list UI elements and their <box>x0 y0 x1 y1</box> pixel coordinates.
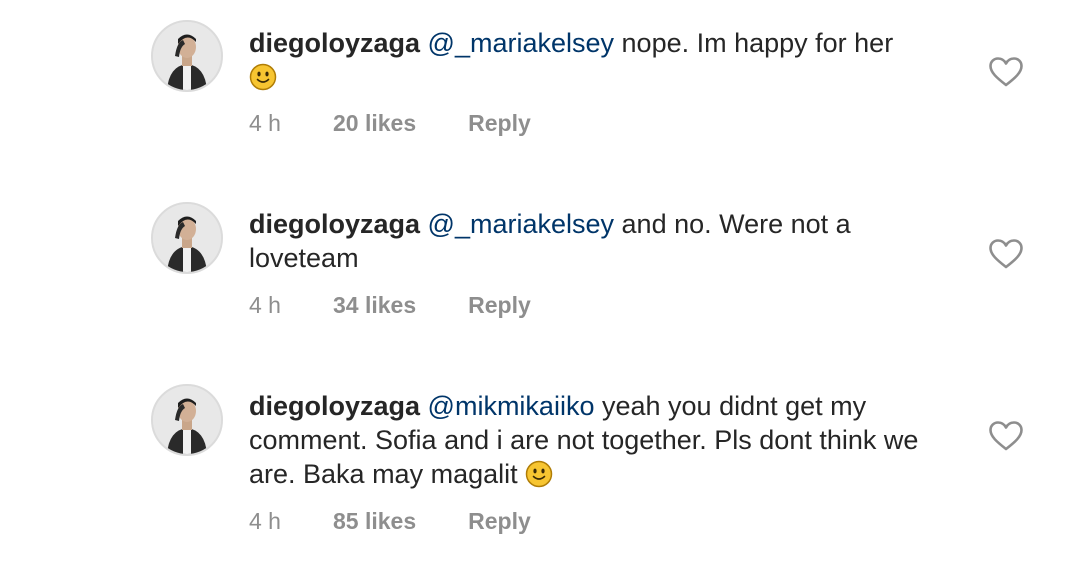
likes-count[interactable]: 85 likes <box>333 507 416 535</box>
reply-button[interactable]: Reply <box>468 109 531 137</box>
username[interactable]: diegoloyzaga <box>249 391 420 421</box>
comment-body: diegoloyzaga @mikmikaiiko yeah you didnt… <box>249 389 939 491</box>
timestamp: 4 h <box>249 508 281 534</box>
comment-text: nope. Im happy for her <box>621 28 894 58</box>
likes-count[interactable]: 20 likes <box>333 109 416 137</box>
likes-count[interactable]: 34 likes <box>333 291 416 319</box>
heart-icon[interactable] <box>988 420 1024 452</box>
avatar[interactable] <box>151 202 223 274</box>
reply-button[interactable]: Reply <box>468 291 531 319</box>
comment-body: diegoloyzaga @_mariakelsey and no. Were … <box>249 207 889 275</box>
timestamp: 4 h <box>249 110 281 136</box>
comment-meta: 4 h 34 likes Reply <box>249 291 531 319</box>
comment-body: diegoloyzaga @_mariakelsey nope. Im happ… <box>249 26 949 94</box>
username[interactable]: diegoloyzaga <box>249 209 420 239</box>
avatar[interactable] <box>151 20 223 92</box>
mention-link[interactable]: @_mariakelsey <box>428 209 614 239</box>
comment-meta: 4 h 20 likes Reply <box>249 109 531 137</box>
reply-button[interactable]: Reply <box>468 507 531 535</box>
smiling-face-emoji <box>525 460 553 488</box>
username[interactable]: diegoloyzaga <box>249 28 420 58</box>
avatar[interactable] <box>151 384 223 456</box>
mention-link[interactable]: @mikmikaiiko <box>428 391 595 421</box>
mention-link[interactable]: @_mariakelsey <box>428 28 614 58</box>
smiling-face-emoji <box>249 63 277 91</box>
heart-icon[interactable] <box>988 238 1024 270</box>
comment-meta: 4 h 85 likes Reply <box>249 507 531 535</box>
heart-icon[interactable] <box>988 56 1024 88</box>
timestamp: 4 h <box>249 292 281 318</box>
